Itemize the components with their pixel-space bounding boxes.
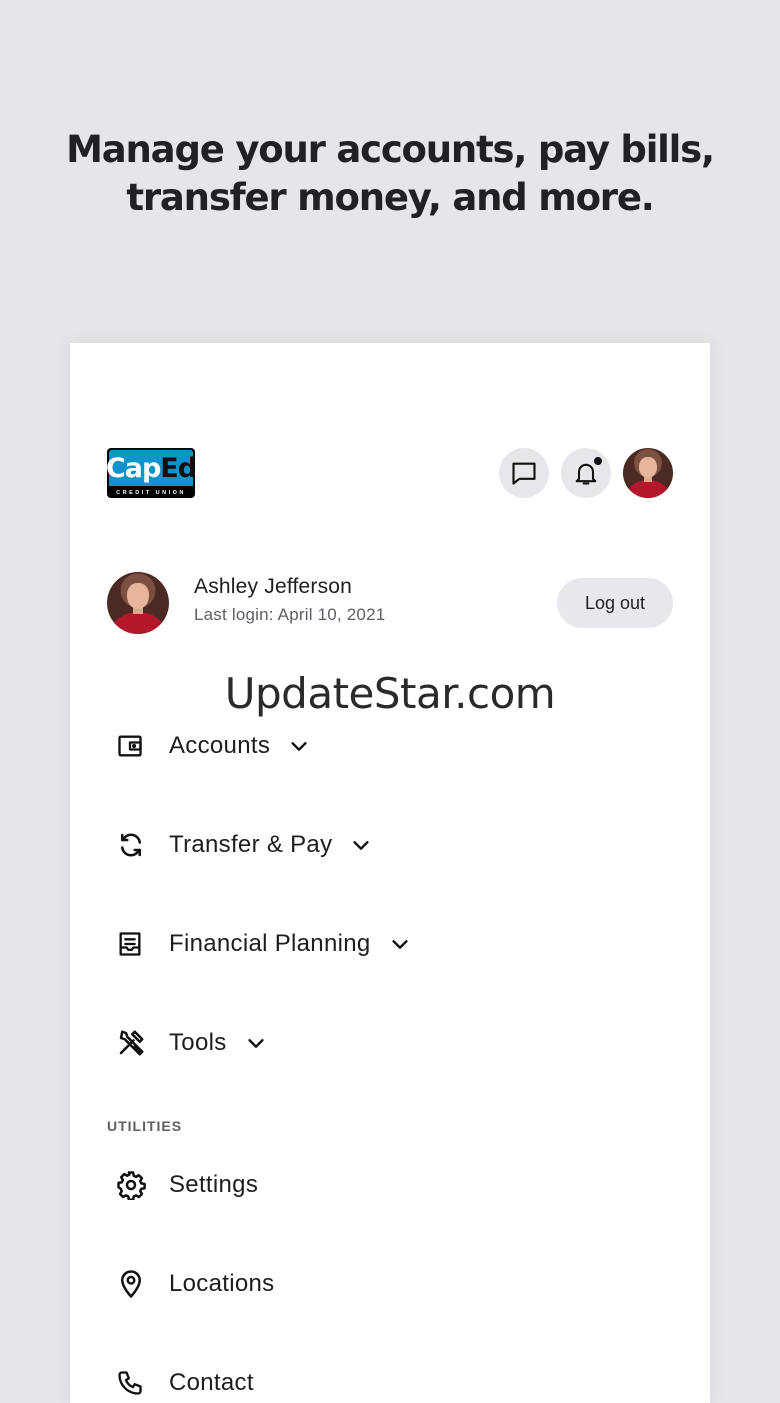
chevron-down-icon (245, 1032, 267, 1054)
header-avatar[interactable] (623, 448, 673, 498)
notification-badge (592, 455, 604, 467)
nav-item-label: Transfer & Pay (169, 831, 333, 858)
app-screen: CapEd CREDIT UNION Ashley Jefferson Last… (70, 343, 710, 1403)
nav-item-label: Tools (169, 1029, 227, 1056)
nav-item-label: Settings (169, 1171, 259, 1198)
chevron-down-icon (288, 735, 310, 757)
headline-line-1: Manage your accounts, pay bills, (66, 128, 715, 171)
nav-item-settings[interactable]: Settings (107, 1163, 258, 1207)
location-pin-icon (107, 1262, 157, 1306)
nav-item-transfer-pay[interactable]: Transfer & Pay (107, 823, 372, 867)
messages-button[interactable] (499, 448, 549, 498)
logo-ed-text: Ed (160, 452, 195, 484)
profile-name: Ashley Jefferson (194, 575, 353, 598)
nav-item-contact[interactable]: Contact (107, 1361, 254, 1403)
nav-item-locations[interactable]: Locations (107, 1262, 274, 1306)
nav-item-label: Contact (169, 1369, 254, 1396)
logout-button[interactable]: Log out (557, 578, 673, 628)
chevron-down-icon (389, 933, 411, 955)
transfer-icon (107, 823, 157, 867)
nav-item-financial-planning[interactable]: Financial Planning (107, 922, 411, 966)
headline-line-2: transfer money, and more. (126, 176, 654, 219)
nav-item-tools[interactable]: Tools (107, 1021, 267, 1065)
tools-icon (107, 1021, 157, 1065)
logo-cap-text: Cap (107, 452, 161, 484)
watermark-text: UpdateStar.com (224, 669, 556, 718)
logo-mark: CapEd (107, 450, 195, 486)
message-icon (512, 462, 536, 485)
notifications-button[interactable] (561, 448, 611, 498)
nav-item-accounts[interactable]: Accounts (107, 724, 310, 768)
utilities-section-label: UTILITIES (107, 1118, 183, 1134)
chevron-down-icon (350, 834, 372, 856)
headline: Manage your accounts, pay bills, transfe… (0, 126, 780, 222)
caped-logo[interactable]: CapEd CREDIT UNION (107, 448, 195, 498)
nav-item-label: Accounts (169, 732, 271, 759)
gear-icon (107, 1163, 157, 1207)
nav-item-label: Financial Planning (169, 930, 371, 957)
last-login-text: Last login: April 10, 2021 (194, 605, 386, 624)
planning-icon (107, 922, 157, 966)
phone-icon (107, 1361, 157, 1403)
wallet-icon (107, 724, 157, 768)
logo-subtitle: CREDIT UNION (116, 490, 186, 496)
profile-avatar (107, 572, 169, 634)
nav-item-label: Locations (169, 1270, 275, 1297)
